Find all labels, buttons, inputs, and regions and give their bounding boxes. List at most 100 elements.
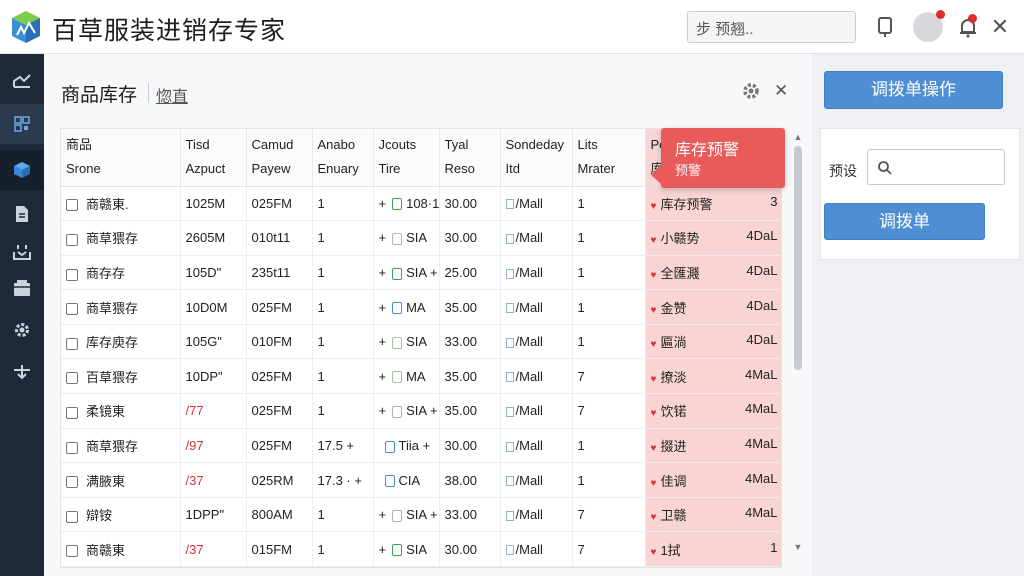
table-row[interactable]: 商赣東.1025M025FM1+108·11 +30.00/Mall1♥库存预警… [61,186,781,222]
transfer-order-button[interactable]: 调拨单 [824,203,985,240]
row-checkbox[interactable] [66,199,78,212]
table-row[interactable]: 商存存 105D" 235t11 1 + SIA + 25.00/Mall 1 ♥ 全匯濺 4DaL [61,255,781,291]
cell-value: 30.00 [444,541,478,557]
cell-value: 1 [577,299,585,315]
row-checkbox[interactable] [66,545,78,558]
column-header[interactable]: Camud Payew [246,129,313,187]
cell-c7: 1 [572,324,646,360]
status-square-icon [392,336,403,349]
cell-warning: ♥ 饮锘 4MaL [645,393,781,429]
warning-heart-icon: ♥ [650,512,657,524]
cell-value: /97 [185,437,204,453]
cell-c1: /97 [180,428,247,464]
bell-icon[interactable] [953,12,983,42]
row-checkbox[interactable] [66,233,78,246]
cell-warning: ♥ 1拭 1 [645,531,781,567]
collapse-icon[interactable]: ✕ [774,81,788,101]
cell-value: 108·11 + [406,195,439,211]
sidebar-item-storage[interactable] [0,268,44,308]
cell-value: Tiia + [398,437,431,453]
search-input[interactable]: 步 预翘.. [687,11,856,43]
row-checkbox[interactable] [66,372,78,385]
warning-count: 4MaL [744,505,778,521]
sidebar-item-transfer[interactable] [0,352,44,392]
cell-product: 商赣東 [61,531,181,567]
cell-c4: + SIA [373,531,440,567]
table-row[interactable]: 商草猥存 2605M 010t11 1 + SIA 30.00/Mall 1 ♥ 小赣势 4DaL [61,220,781,256]
warning-text: 1拭 [660,542,681,558]
divider [148,83,149,103]
sidebar-item-inbox[interactable] [0,232,44,272]
warning-count: 4MaL [744,470,778,486]
row-checkbox[interactable] [66,441,78,454]
column-header[interactable]: Tisd Azpuct [180,129,247,187]
column-header[interactable]: Tyal Reso [439,129,501,187]
cell-c5: 33.00 [439,324,501,360]
page-subtitle-link[interactable]: 惚直 [156,83,188,107]
cell-value: /Mall [515,264,543,280]
column-header-line2: Reso [444,161,475,177]
column-header[interactable]: 商品 Srone [61,129,181,187]
scroll-up-icon[interactable]: ▲ [792,132,804,142]
cell-c7: 7 [572,358,646,395]
table-row[interactable]: 商草猥存 10D0M 025FM 1 + MA 35.00/Mall 1 ♥ 金赞 4DaL [61,289,781,325]
filter-card: 预设 [820,128,1020,260]
cell-c2: 025FM [246,428,313,464]
column-header-line1: Anabo [317,137,356,153]
row-checkbox[interactable] [66,406,78,419]
cell-c3: 17.3 · + [312,462,374,498]
row-checkbox[interactable] [66,268,78,281]
table-row[interactable]: 满腋東/37 025RM 17.3 · + CIA 38.00/Mall 1 ♥ 佳调 4MaL [61,462,781,498]
cell-c7: 1 [572,289,646,325]
cell-value: 025RM [251,472,294,488]
table-row[interactable]: 库存庾存 105G" 010FM 1 + SIA 33.00/Mall 1 ♥ 匾淌 4DaL [61,324,781,360]
cell-value: /37 [185,472,204,488]
filter-search-input[interactable] [867,149,1005,185]
warning-heart-icon: ♥ [650,269,657,281]
mail-icon [505,406,514,417]
sidebar-item-products[interactable] [0,150,44,190]
stock-warning-popup[interactable]: 库存预警 预警 [651,128,785,188]
cell-c2: 025FM [246,289,313,325]
warning-text: 小赣势 [660,231,700,247]
plus-sign: + [378,334,387,350]
scroll-thumb[interactable] [794,146,802,370]
table-row[interactable]: 商赣東/37 015FM 1 + SIA 30.00/Mall 7 ♥ 1拭 1 [61,531,781,567]
row-checkbox[interactable] [66,303,78,316]
table-scrollbar[interactable]: ▲ ▼ [792,132,804,552]
cell-c3: 1 [312,531,374,567]
row-checkbox[interactable] [66,476,78,489]
row-checkbox[interactable] [66,510,78,523]
cell-value: 1 [317,403,325,419]
settings-gear-icon[interactable] [741,81,761,106]
column-header[interactable]: Anabo Enuary [312,129,374,187]
column-header-line1: Tyal [444,137,469,153]
row-checkbox[interactable] [66,337,78,350]
sidebar-item-dashboard[interactable] [0,60,44,100]
transfer-order-action-button[interactable]: 调拨单操作 [824,71,1003,109]
cell-value: SIA [406,541,428,557]
cell-c7: 1 [572,462,646,498]
column-header-line2: Srone [66,161,101,177]
sidebar-item-qr[interactable] [0,104,44,144]
product-name: 辯铵 [86,508,113,524]
table-row[interactable]: 百草猥存 10DP" 025FM 1 + MA 35.00/Mall 7 ♥ 撩淡 4MaL [61,358,781,395]
cell-c5: 35.00 [439,289,501,325]
close-icon[interactable]: ✕ [985,12,1015,42]
document-icon[interactable] [870,12,900,42]
sidebar-item-documents[interactable] [0,194,44,234]
cell-c3: 1 [312,289,374,325]
scroll-down-icon[interactable]: ▼ [792,542,804,552]
plus-sign: + [378,368,387,384]
column-header[interactable]: Sondeday Itd [500,129,573,187]
table-row[interactable]: 商草猥存/97 025FM 17.5 + Tiia + 30.00/Mall 1 ♥ 掇进 4M… [61,428,781,464]
cell-value: 025FM [251,299,292,315]
column-header[interactable]: Jcouts Tire [373,129,440,187]
sidebar-item-settings[interactable] [0,310,44,350]
column-header[interactable]: Lits Mrater [572,129,646,187]
cell-value: 1025M [185,195,226,211]
table-row[interactable]: 辯铵 1DPP" 800AM 1 + SIA + 33.00/Mall 7 ♥ 卫赣 4MaL [61,497,781,533]
cell-value: SIA [406,334,428,350]
table-row[interactable]: 柔镜東/77 025FM 1 + SIA + 35.00/Mall 7 ♥ 饮锘 4MaL [61,393,781,429]
avatar[interactable] [913,10,945,42]
